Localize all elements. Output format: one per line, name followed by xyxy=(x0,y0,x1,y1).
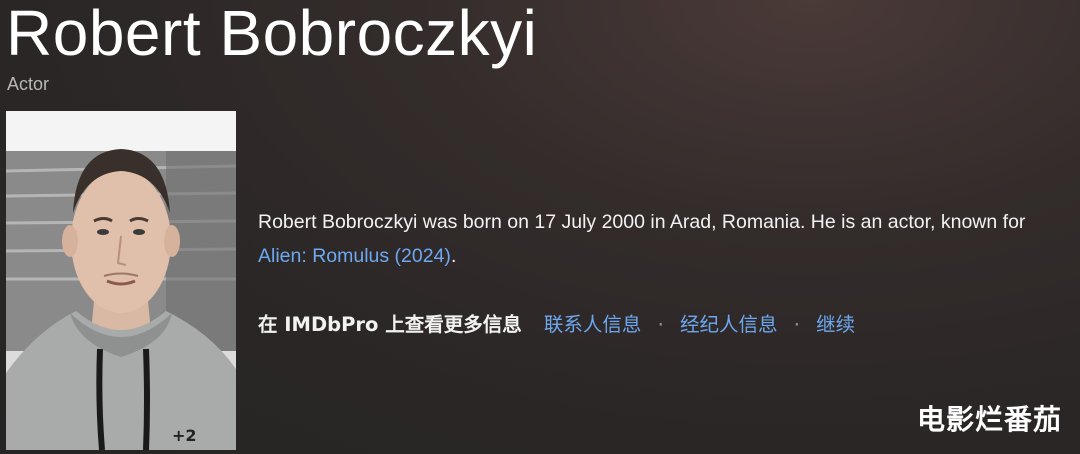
svg-text:+2: +2 xyxy=(172,426,197,445)
bio-text-end: . xyxy=(450,245,457,267)
separator-dot: · xyxy=(793,313,800,336)
profile-photo[interactable]: +2 xyxy=(6,111,236,450)
contact-info-link[interactable]: 联系人信息 xyxy=(544,313,642,336)
imdbpro-row: 在 IMDbPro 上查看更多信息 联系人信息 · 经纪人信息 · 继续 xyxy=(258,308,855,337)
bio-paragraph: Robert Bobroczkyi was born on 17 July 20… xyxy=(258,205,1068,273)
person-name: Robert Bobroczkyi xyxy=(6,0,538,69)
known-for-link[interactable]: Alien: Romulus (2024) xyxy=(258,245,451,267)
imdbpro-lead: 在 IMDbPro 上查看更多信息 xyxy=(258,313,522,336)
watermark-text: 电影烂番茄 xyxy=(916,403,1062,436)
bio-text: Robert Bobroczkyi was born on 17 July 20… xyxy=(258,211,1026,233)
profile-photo-illustration: +2 xyxy=(6,111,236,450)
continue-link[interactable]: 继续 xyxy=(816,313,855,336)
person-role: Actor xyxy=(7,74,50,94)
separator-dot: · xyxy=(657,313,664,336)
agent-info-link[interactable]: 经纪人信息 xyxy=(680,313,778,336)
